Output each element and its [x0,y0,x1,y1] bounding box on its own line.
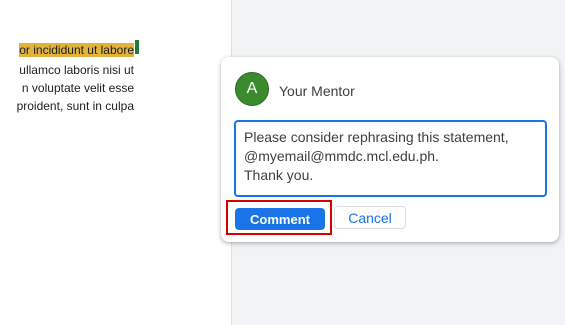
document-line[interactable]: ullamco laboris nisi ut [19,62,134,78]
comment-card: A Your Mentor Please consider rephrasing… [221,57,559,242]
document-line[interactable]: proident, sunt in culpa [17,98,134,114]
comment-input-line: Please consider rephrasing this statemen… [244,129,509,145]
comment-input-line: Thank you. [244,167,314,183]
cancel-button[interactable]: Cancel [334,206,406,229]
document-page[interactable]: or incididunt ut labore ullamco laboris … [0,0,232,325]
document-line-highlighted[interactable]: or incididunt ut labore [19,42,134,58]
avatar: A [235,72,269,106]
comment-input-line: @myemail@mmdc.mcl.edu.ph. [244,148,439,164]
comment-author: Your Mentor [279,83,355,99]
document-line[interactable]: n voluptate velit esse [22,80,134,96]
comment-anchor-marker [135,40,139,54]
comment-input[interactable]: Please consider rephrasing this statemen… [234,120,547,197]
comment-button[interactable]: Comment [235,208,325,230]
highlighted-text[interactable]: or incididunt ut labore [19,43,134,57]
